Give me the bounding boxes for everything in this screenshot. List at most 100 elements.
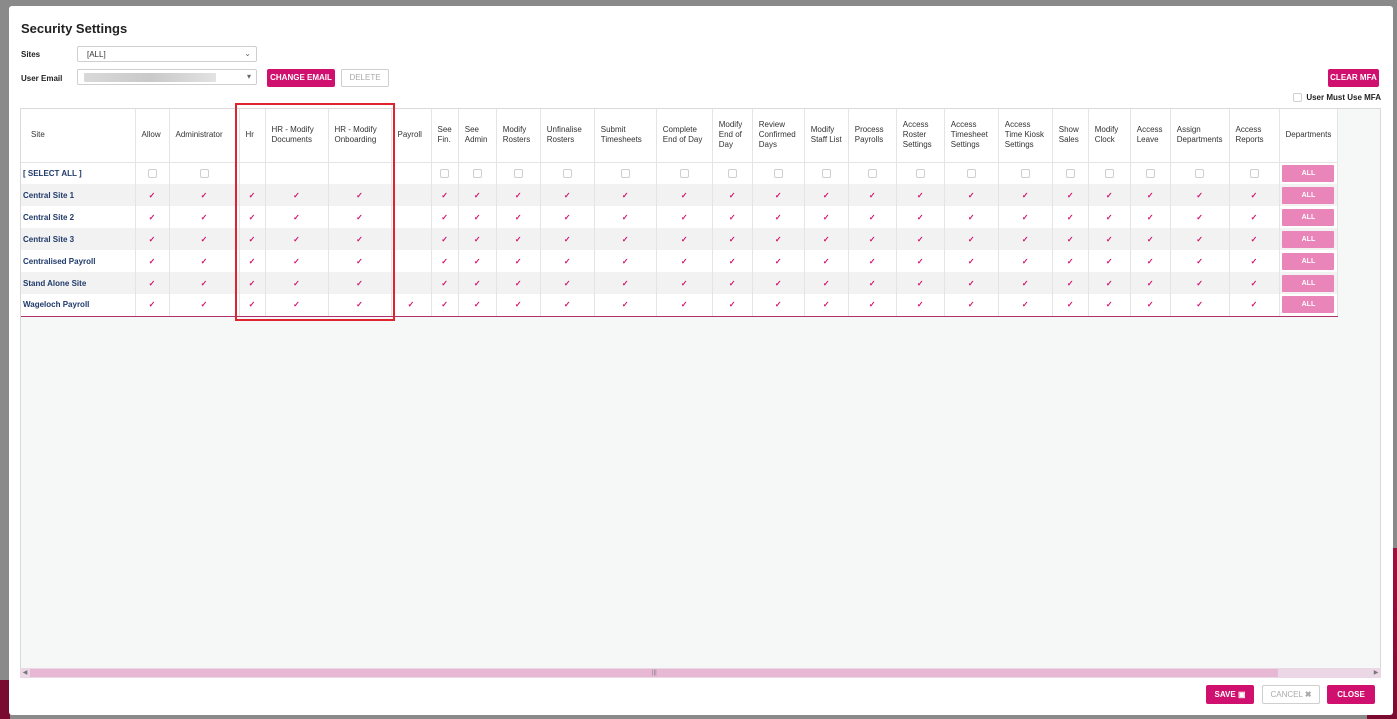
checkmark-icon[interactable]: ✓ [622,279,629,288]
checkmark-icon[interactable]: ✓ [869,191,876,200]
checkmark-icon[interactable]: ✓ [622,235,629,244]
user-email-select[interactable]: ▾ [77,69,257,85]
departments-all-button[interactable]: ALL [1282,186,1335,204]
checkmark-icon[interactable]: ✓ [1147,191,1154,200]
checkmark-icon[interactable]: ✓ [681,257,688,266]
checkmark-icon[interactable]: ✓ [1106,213,1113,222]
checkmark-icon[interactable]: ✓ [917,191,924,200]
checkmark-icon[interactable]: ✓ [968,300,975,309]
departments-all-button[interactable]: ALL [1282,230,1335,248]
checkmark-icon[interactable]: ✓ [356,191,363,200]
departments-all-button[interactable]: ALL [1282,296,1335,314]
departments-all-button[interactable]: ALL [1282,274,1335,292]
checkmark-icon[interactable]: ✓ [681,235,688,244]
permission-checkbox[interactable] [513,168,523,178]
checkmark-icon[interactable]: ✓ [968,279,975,288]
checkmark-icon[interactable]: ✓ [729,213,736,222]
checkmark-icon[interactable]: ✓ [1106,257,1113,266]
checkmark-icon[interactable]: ✓ [1196,257,1203,266]
checkmark-icon[interactable]: ✓ [1022,279,1029,288]
checkmark-icon[interactable]: ✓ [441,213,448,222]
checkmark-icon[interactable]: ✓ [968,235,975,244]
checkmark-icon[interactable]: ✓ [356,257,363,266]
permission-checkbox[interactable] [1249,168,1259,178]
checkmark-icon[interactable]: ✓ [201,235,208,244]
select-all-link[interactable]: [ SELECT ALL ] [21,162,136,184]
checkmark-icon[interactable]: ✓ [1067,213,1074,222]
save-button[interactable]: SAVE ▣ [1206,685,1254,704]
departments-all-button[interactable]: ALL [1282,252,1335,270]
permission-checkbox[interactable] [915,168,925,178]
checkmark-icon[interactable]: ✓ [1022,191,1029,200]
scroll-thumb[interactable]: ||| [30,669,1278,677]
checkmark-icon[interactable]: ✓ [729,235,736,244]
permission-checkbox[interactable] [867,168,877,178]
close-button[interactable]: CLOSE [1327,685,1375,704]
checkmark-icon[interactable]: ✓ [408,300,415,309]
scroll-left-icon[interactable]: ◀ [20,668,30,678]
checkmark-icon[interactable]: ✓ [1067,300,1074,309]
scroll-right-icon[interactable]: ▶ [1371,668,1381,678]
permission-checkbox[interactable] [147,168,157,178]
checkmark-icon[interactable]: ✓ [249,191,256,200]
checkmark-icon[interactable]: ✓ [1196,213,1203,222]
checkmark-icon[interactable]: ✓ [149,300,156,309]
permission-checkbox[interactable] [679,168,689,178]
checkmark-icon[interactable]: ✓ [149,257,156,266]
checkmark-icon[interactable]: ✓ [201,257,208,266]
checkmark-icon[interactable]: ✓ [201,213,208,222]
checkmark-icon[interactable]: ✓ [1147,279,1154,288]
permission-checkbox[interactable] [821,168,831,178]
permission-checkbox[interactable] [440,168,450,178]
checkmark-icon[interactable]: ✓ [917,300,924,309]
checkmark-icon[interactable]: ✓ [1147,300,1154,309]
checkmark-icon[interactable]: ✓ [474,300,481,309]
checkmark-icon[interactable]: ✓ [1022,235,1029,244]
checkmark-icon[interactable]: ✓ [1022,300,1029,309]
checkmark-icon[interactable]: ✓ [293,279,300,288]
checkmark-icon[interactable]: ✓ [1106,279,1113,288]
checkmark-icon[interactable]: ✓ [1067,191,1074,200]
checkmark-icon[interactable]: ✓ [1147,213,1154,222]
checkmark-icon[interactable]: ✓ [729,279,736,288]
checkmark-icon[interactable]: ✓ [474,279,481,288]
checkmark-icon[interactable]: ✓ [968,257,975,266]
checkmark-icon[interactable]: ✓ [917,235,924,244]
checkmark-icon[interactable]: ✓ [441,279,448,288]
checkmark-icon[interactable]: ✓ [441,300,448,309]
permission-checkbox[interactable] [620,168,630,178]
checkmark-icon[interactable]: ✓ [515,257,522,266]
permission-checkbox[interactable] [199,168,209,178]
checkmark-icon[interactable]: ✓ [564,213,571,222]
permission-checkbox[interactable] [1065,168,1075,178]
checkmark-icon[interactable]: ✓ [869,257,876,266]
checkmark-icon[interactable]: ✓ [823,191,830,200]
checkmark-icon[interactable]: ✓ [917,279,924,288]
permission-checkbox[interactable] [1145,168,1155,178]
checkmark-icon[interactable]: ✓ [729,300,736,309]
cancel-button[interactable]: CANCEL ✖ [1262,685,1320,704]
checkmark-icon[interactable]: ✓ [729,257,736,266]
checkmark-icon[interactable]: ✓ [1251,213,1258,222]
checkmark-icon[interactable]: ✓ [775,300,782,309]
departments-all-button[interactable]: ALL [1282,164,1335,182]
checkmark-icon[interactable]: ✓ [564,257,571,266]
checkmark-icon[interactable]: ✓ [515,279,522,288]
checkmark-icon[interactable]: ✓ [1106,191,1113,200]
checkmark-icon[interactable]: ✓ [968,213,975,222]
departments-all-button[interactable]: ALL [1282,208,1335,226]
checkmark-icon[interactable]: ✓ [149,235,156,244]
checkmark-icon[interactable]: ✓ [775,191,782,200]
horizontal-scrollbar[interactable]: ◀ ||| ▶ [20,668,1381,678]
checkmark-icon[interactable]: ✓ [1067,279,1074,288]
checkmark-icon[interactable]: ✓ [775,257,782,266]
checkmark-icon[interactable]: ✓ [775,213,782,222]
checkmark-icon[interactable]: ✓ [356,235,363,244]
checkmark-icon[interactable]: ✓ [149,279,156,288]
mfa-checkbox[interactable] [1293,93,1303,102]
change-email-button[interactable]: CHANGE EMAIL [267,69,335,87]
checkmark-icon[interactable]: ✓ [293,235,300,244]
checkmark-icon[interactable]: ✓ [474,257,481,266]
checkmark-icon[interactable]: ✓ [1196,191,1203,200]
checkmark-icon[interactable]: ✓ [681,300,688,309]
